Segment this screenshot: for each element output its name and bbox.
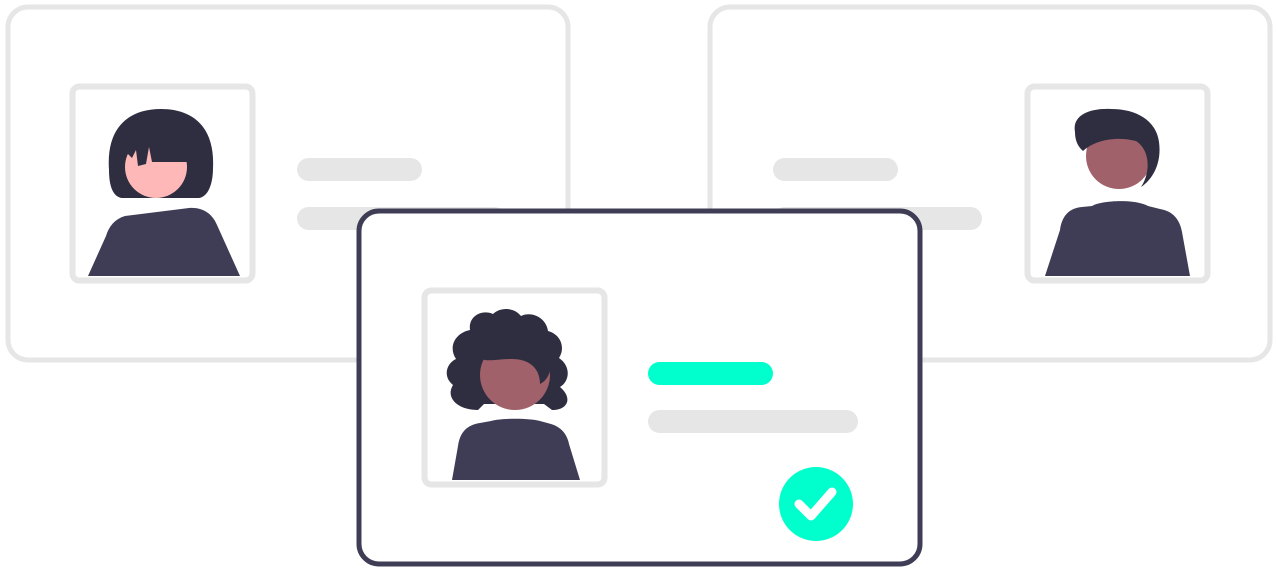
selected-badge: [779, 467, 853, 541]
name-line-placeholder: [773, 158, 898, 181]
profile-card-selected[interactable]: [356, 208, 923, 567]
avatar-frame: [1024, 83, 1211, 284]
avatar-frame: [421, 287, 608, 488]
name-line-highlighted: [648, 362, 773, 385]
profile-selection-illustration: [5, 4, 1273, 567]
detail-line-placeholder: [648, 410, 858, 433]
name-line-placeholder: [297, 158, 422, 181]
avatar-frame: [69, 83, 256, 284]
